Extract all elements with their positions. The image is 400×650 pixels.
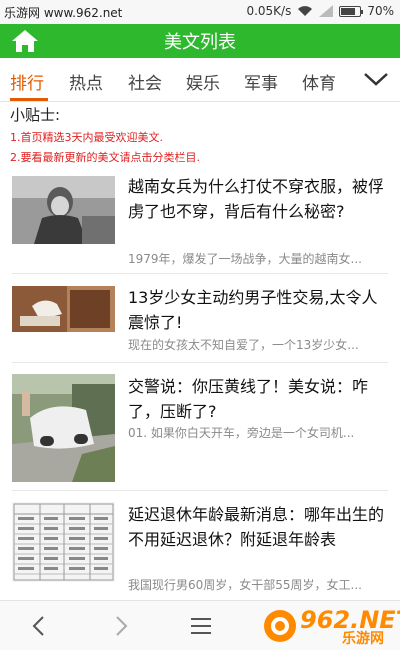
battery-icon xyxy=(339,5,364,17)
brand-watermark: 962.NET 乐游网 xyxy=(256,602,400,648)
chevron-down-icon[interactable] xyxy=(362,69,390,89)
article-summary: 现在的女孩太不知自爱了，一个13岁少女... xyxy=(128,338,359,352)
article-summary: 01. 如果你白天开车，旁边是一个女司机... xyxy=(128,426,355,440)
category-tabs: 排行 热点 社会 娱乐 军事 体育 xyxy=(0,58,400,102)
article-summary: 1979年，爆发了一场战争，大量的越南女... xyxy=(128,252,362,266)
article-thumbnail xyxy=(12,176,115,244)
divider xyxy=(12,273,388,274)
article-title[interactable]: 越南女兵为什么打仗不穿衣服，被俘虏了也不穿，背后有什么秘密? xyxy=(128,174,388,224)
divider xyxy=(12,490,388,491)
article-title[interactable]: 交警说：你压黄线了！美女说：咋了，压断了? xyxy=(128,374,388,424)
signal-icon xyxy=(319,5,334,17)
menu-icon[interactable] xyxy=(188,613,214,639)
brand-subtitle: 乐游网 xyxy=(342,631,384,647)
article-thumbnail xyxy=(12,502,115,582)
article-title[interactable]: 13岁少女主动约男子性交易,太令人震惊了! xyxy=(128,285,388,335)
tab-sports[interactable]: 体育 xyxy=(302,69,336,94)
article-item[interactable]: 延迟退休年龄最新消息：哪年出生的不用延迟退休？附延退年龄表 我国现行男60周岁，… xyxy=(0,500,400,595)
tip-line: 2.要看最新更新的美文请点击分类栏目. xyxy=(10,151,200,164)
tab-society[interactable]: 社会 xyxy=(128,69,162,94)
article-item[interactable]: 13岁少女主动约男子性交易,太令人震惊了! 现在的女孩太不知自爱了，一个13岁少… xyxy=(0,283,400,353)
active-tab-indicator xyxy=(10,98,48,101)
status-bar: 乐游网 www.962.net 0.05K/s 70% xyxy=(0,0,400,24)
article-item[interactable]: 交警说：你压黄线了！美女说：咋了，压断了? 01. 如果你白天开车，旁边是一个女… xyxy=(0,372,400,484)
brand-logo-icon xyxy=(264,610,296,642)
divider xyxy=(12,362,388,363)
tips-section: 小贴士: 1.首页精选3天内最受欢迎美文. 2.要看最新更新的美文请点击分类栏目… xyxy=(10,104,390,165)
article-summary: 我国现行男60周岁，女干部55周岁，女工... xyxy=(128,578,362,592)
article-item[interactable]: 越南女兵为什么打仗不穿衣服，被俘虏了也不穿，背后有什么秘密? 1979年，爆发了… xyxy=(0,174,400,266)
tab-entertainment[interactable]: 娱乐 xyxy=(186,69,220,94)
tab-hot[interactable]: 热点 xyxy=(69,69,103,94)
wifi-icon xyxy=(298,6,313,16)
tips-heading: 小贴士: xyxy=(10,106,61,124)
article-title[interactable]: 延迟退休年龄最新消息：哪年出生的不用延迟退休？附延退年龄表 xyxy=(128,502,388,552)
home-icon[interactable] xyxy=(10,28,40,54)
forward-icon[interactable] xyxy=(108,613,134,639)
tab-military[interactable]: 军事 xyxy=(244,69,278,94)
app-header: 美文列表 xyxy=(0,24,400,58)
watermark-text: 乐游网 www.962.net xyxy=(4,6,123,20)
network-speed: 0.05K/s xyxy=(246,4,292,18)
battery-percent: 70% xyxy=(367,4,394,18)
tip-line: 1.首页精选3天内最受欢迎美文. xyxy=(10,131,163,144)
back-icon[interactable] xyxy=(26,613,52,639)
article-thumbnail xyxy=(12,286,115,332)
page-title: 美文列表 xyxy=(164,32,236,53)
article-thumbnail xyxy=(12,374,115,482)
tab-ranking[interactable]: 排行 xyxy=(10,69,44,94)
